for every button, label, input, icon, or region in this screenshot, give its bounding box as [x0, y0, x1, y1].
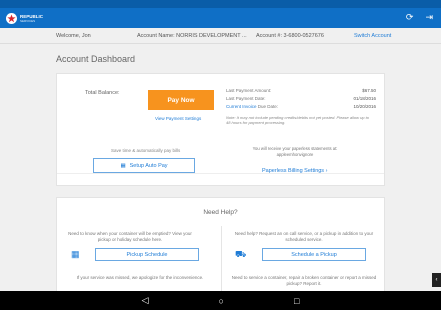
account-number: Account #: 3-6800-0527676: [256, 33, 324, 39]
current-invoice-link[interactable]: Current Invoice: [226, 104, 257, 109]
schedule-pickup-text: Need help? Request an on call service, o…: [234, 231, 374, 242]
side-panel-handle[interactable]: ‹: [432, 273, 441, 287]
republic-logo[interactable]: REPUBLIC SERVICES: [6, 12, 44, 24]
back-icon[interactable]: ◁: [142, 295, 149, 306]
help-divider: [221, 226, 222, 298]
app-bar: REPUBLIC SERVICES ⟳ ⇥: [0, 8, 441, 28]
refresh-icon[interactable]: ⟳: [406, 12, 414, 23]
paperless-text: You will receive your paperless statemen…: [252, 146, 338, 157]
schedule-pickup-button[interactable]: Schedule a Pickup: [262, 248, 366, 261]
autopay-text: Save time & automatically pay bills: [111, 148, 181, 153]
current-invoice-due-label: Due Date:: [257, 104, 279, 109]
logo-subtext: SERVICES: [20, 18, 36, 23]
account-name: Account Name: NORRIS DEVELOPMENT ...: [137, 33, 247, 39]
current-invoice-due-value: 10/20/2016: [353, 104, 376, 109]
missed-service-text: If your service was missed, we apologize…: [76, 275, 204, 280]
report-issue-text: Need to service a container, repair a br…: [231, 275, 377, 286]
payment-note: Note: It may not include pending credits…: [226, 115, 369, 125]
page-title: Account Dashboard: [56, 54, 136, 64]
account-info-bar: Welcome, Jon Account Name: NORRIS DEVELO…: [0, 28, 441, 44]
total-balance-label: Total Balance:: [85, 90, 120, 96]
last-payment-amount-label: Last Payment Amount:: [226, 88, 272, 93]
pickup-schedule-button[interactable]: Pickup Schedule: [95, 248, 199, 261]
navigation-bar: ◁ ○ □: [0, 291, 441, 310]
welcome-text: Welcome, Jon: [56, 33, 91, 39]
truck-icon: ⛟: [235, 249, 247, 259]
calendar-icon: ▦: [120, 162, 126, 169]
pickup-schedule-text: Need to know when your container will be…: [68, 231, 192, 242]
view-payment-settings-link[interactable]: View Payment Settings: [155, 116, 201, 121]
logout-icon[interactable]: ⇥: [425, 12, 433, 23]
switch-account-link[interactable]: Switch Account: [354, 33, 391, 39]
status-bar: [0, 0, 441, 8]
last-payment-date-row: Last Payment Date: 01/18/2016: [226, 96, 376, 101]
card-divider: [57, 173, 384, 174]
last-payment-date-value: 01/18/2016: [353, 96, 376, 101]
logo-text: REPUBLIC: [20, 13, 44, 19]
last-payment-date-label: Last Payment Date:: [226, 96, 266, 101]
setup-autopay-label: Setup Auto Pay: [129, 162, 168, 169]
setup-autopay-button[interactable]: ▦ Setup Auto Pay: [93, 158, 195, 173]
current-invoice-row: Current Invoice Due Date: 10/20/2016: [226, 104, 376, 109]
last-payment-amount-row: Last Payment Amount: $67.50: [226, 88, 376, 93]
last-payment-amount-value: $67.50: [362, 88, 376, 93]
balance-card: Total Balance: Pay Now View Payment Sett…: [56, 73, 385, 186]
logo-star-icon: [6, 12, 17, 24]
calendar-icon: ▦: [71, 249, 80, 259]
pay-now-button[interactable]: Pay Now: [148, 90, 214, 110]
home-icon[interactable]: ○: [219, 296, 224, 306]
recents-icon[interactable]: □: [294, 296, 299, 306]
help-title: Need Help?: [203, 209, 238, 216]
